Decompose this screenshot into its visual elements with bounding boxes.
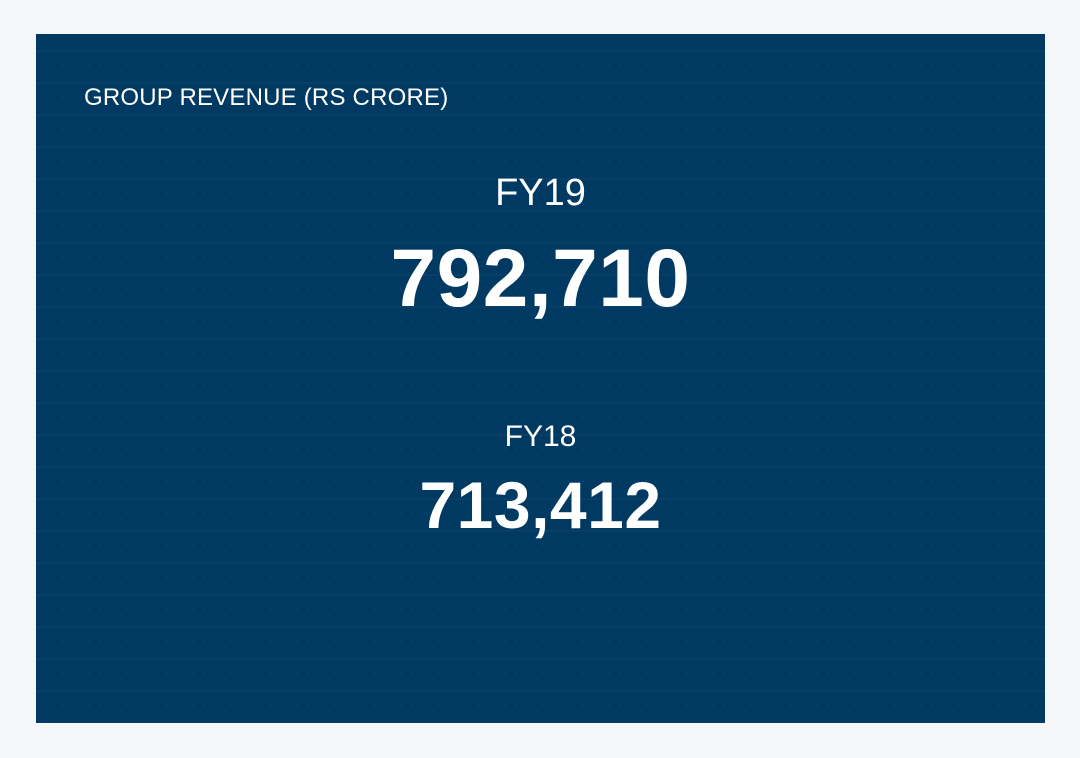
metric-period-label: FY19 — [495, 172, 586, 214]
metric-fy18: FY18 713,412 — [36, 420, 1045, 542]
metric-period-label: FY18 — [504, 420, 577, 453]
card-title: GROUP REVENUE (RS CRORE) — [84, 84, 449, 111]
metric-value: 792,710 — [390, 233, 691, 324]
metric-value: 713,412 — [419, 468, 662, 542]
revenue-card: GROUP REVENUE (RS CRORE) FY19 792,710 FY… — [36, 34, 1045, 723]
metric-fy19: FY19 792,710 — [36, 174, 1045, 320]
